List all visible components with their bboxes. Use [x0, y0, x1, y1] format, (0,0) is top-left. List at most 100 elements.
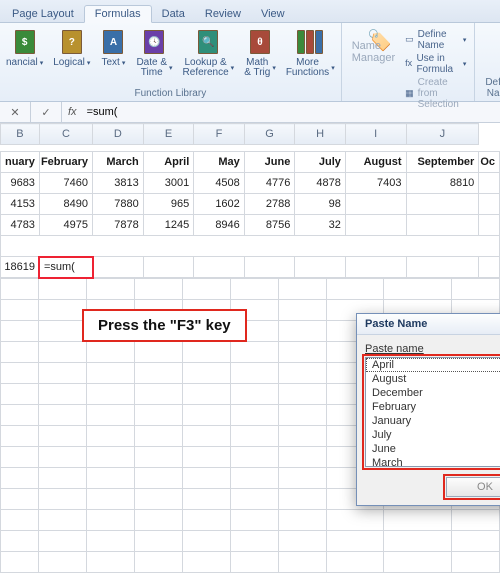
cell[interactable]: [38, 447, 86, 468]
cell[interactable]: 8756: [244, 215, 295, 236]
more-functions-button[interactable]: More Functions▾: [284, 26, 337, 79]
cell[interactable]: 18619: [1, 257, 40, 278]
cell[interactable]: [327, 510, 384, 531]
cell[interactable]: [231, 468, 279, 489]
cell[interactable]: [1, 321, 39, 342]
col-header[interactable]: I: [345, 124, 406, 145]
cell[interactable]: [295, 257, 346, 278]
col-header[interactable]: J: [406, 124, 479, 145]
cell[interactable]: [183, 468, 231, 489]
cell[interactable]: [279, 279, 327, 300]
cell[interactable]: 7880: [93, 194, 144, 215]
cell[interactable]: [134, 342, 182, 363]
math-button[interactable]: θ Math & Trig▾: [242, 26, 278, 79]
cell[interactable]: [93, 257, 144, 278]
cell[interactable]: [231, 279, 279, 300]
cell[interactable]: 1602: [194, 194, 245, 215]
cell[interactable]: [86, 447, 134, 468]
cell[interactable]: [38, 468, 86, 489]
tab-view[interactable]: View: [251, 6, 295, 22]
col-header[interactable]: C: [39, 124, 92, 145]
cell[interactable]: 7460: [39, 173, 92, 194]
cell[interactable]: [183, 405, 231, 426]
cell[interactable]: [134, 405, 182, 426]
cell[interactable]: [183, 531, 231, 552]
cell[interactable]: [38, 342, 86, 363]
cell[interactable]: 9683: [1, 173, 40, 194]
cell[interactable]: [1, 468, 39, 489]
cell[interactable]: [1, 426, 39, 447]
cell[interactable]: 4153: [1, 194, 40, 215]
cell[interactable]: [384, 531, 451, 552]
cell[interactable]: [1, 405, 39, 426]
cell[interactable]: [38, 405, 86, 426]
tab-formulas[interactable]: Formulas: [84, 5, 152, 23]
cell[interactable]: [231, 426, 279, 447]
cell[interactable]: [1, 447, 39, 468]
cell[interactable]: [134, 489, 182, 510]
cell[interactable]: 965: [143, 194, 194, 215]
cell[interactable]: [86, 510, 134, 531]
tab-data[interactable]: Data: [152, 6, 195, 22]
cell[interactable]: [231, 447, 279, 468]
cell[interactable]: 1245: [143, 215, 194, 236]
col-header[interactable]: E: [143, 124, 194, 145]
cell[interactable]: [1, 363, 39, 384]
cell[interactable]: [86, 489, 134, 510]
cell[interactable]: [38, 300, 86, 321]
cell[interactable]: [183, 552, 231, 573]
cell[interactable]: [86, 279, 134, 300]
cell[interactable]: 4783: [1, 215, 40, 236]
cell[interactable]: [1, 384, 39, 405]
cell[interactable]: 32: [295, 215, 346, 236]
cell[interactable]: [183, 510, 231, 531]
cell[interactable]: [183, 489, 231, 510]
cell[interactable]: 7878: [93, 215, 144, 236]
cell[interactable]: 98: [295, 194, 346, 215]
cell[interactable]: [479, 257, 500, 278]
cell[interactable]: [279, 405, 327, 426]
active-cell[interactable]: =sum(: [39, 257, 92, 278]
col-header[interactable]: B: [1, 124, 40, 145]
list-item[interactable]: January: [366, 414, 500, 428]
cell[interactable]: [279, 510, 327, 531]
cell[interactable]: [406, 215, 479, 236]
cell[interactable]: [194, 257, 245, 278]
col-header[interactable]: H: [295, 124, 346, 145]
cell[interactable]: [86, 468, 134, 489]
cell[interactable]: [183, 447, 231, 468]
financial-button[interactable]: $ nancial▾: [4, 26, 45, 79]
cell[interactable]: [38, 384, 86, 405]
cell[interactable]: [384, 552, 451, 573]
cell[interactable]: [86, 531, 134, 552]
list-item[interactable]: July: [366, 428, 500, 442]
cell[interactable]: [479, 194, 500, 215]
cell[interactable]: [279, 489, 327, 510]
col-header[interactable]: G: [244, 124, 295, 145]
cell[interactable]: [479, 215, 500, 236]
cell[interactable]: [134, 384, 182, 405]
cell[interactable]: [38, 426, 86, 447]
cell[interactable]: [143, 257, 194, 278]
cell[interactable]: [279, 300, 327, 321]
list-item[interactable]: June: [366, 442, 500, 456]
cell[interactable]: 3813: [93, 173, 144, 194]
name-manager-button[interactable]: 🏷️ Name Manager: [346, 26, 401, 66]
cell[interactable]: [134, 279, 182, 300]
cell[interactable]: [451, 552, 499, 573]
cell[interactable]: [1, 489, 39, 510]
cell[interactable]: [327, 531, 384, 552]
col-header[interactable]: F: [194, 124, 245, 145]
cell[interactable]: [231, 342, 279, 363]
fx-icon[interactable]: fx: [62, 106, 83, 118]
cell[interactable]: [231, 489, 279, 510]
text-button[interactable]: A Text▾: [98, 26, 128, 79]
cell[interactable]: [38, 489, 86, 510]
cell[interactable]: [134, 510, 182, 531]
list-item[interactable]: March: [366, 456, 500, 467]
cell[interactable]: [345, 215, 406, 236]
formula-input[interactable]: [83, 105, 500, 119]
cancel-formula-icon[interactable]: ✕: [0, 102, 31, 122]
cell[interactable]: [279, 426, 327, 447]
use-in-formula-button[interactable]: fx Use in Formula▾: [401, 52, 470, 76]
